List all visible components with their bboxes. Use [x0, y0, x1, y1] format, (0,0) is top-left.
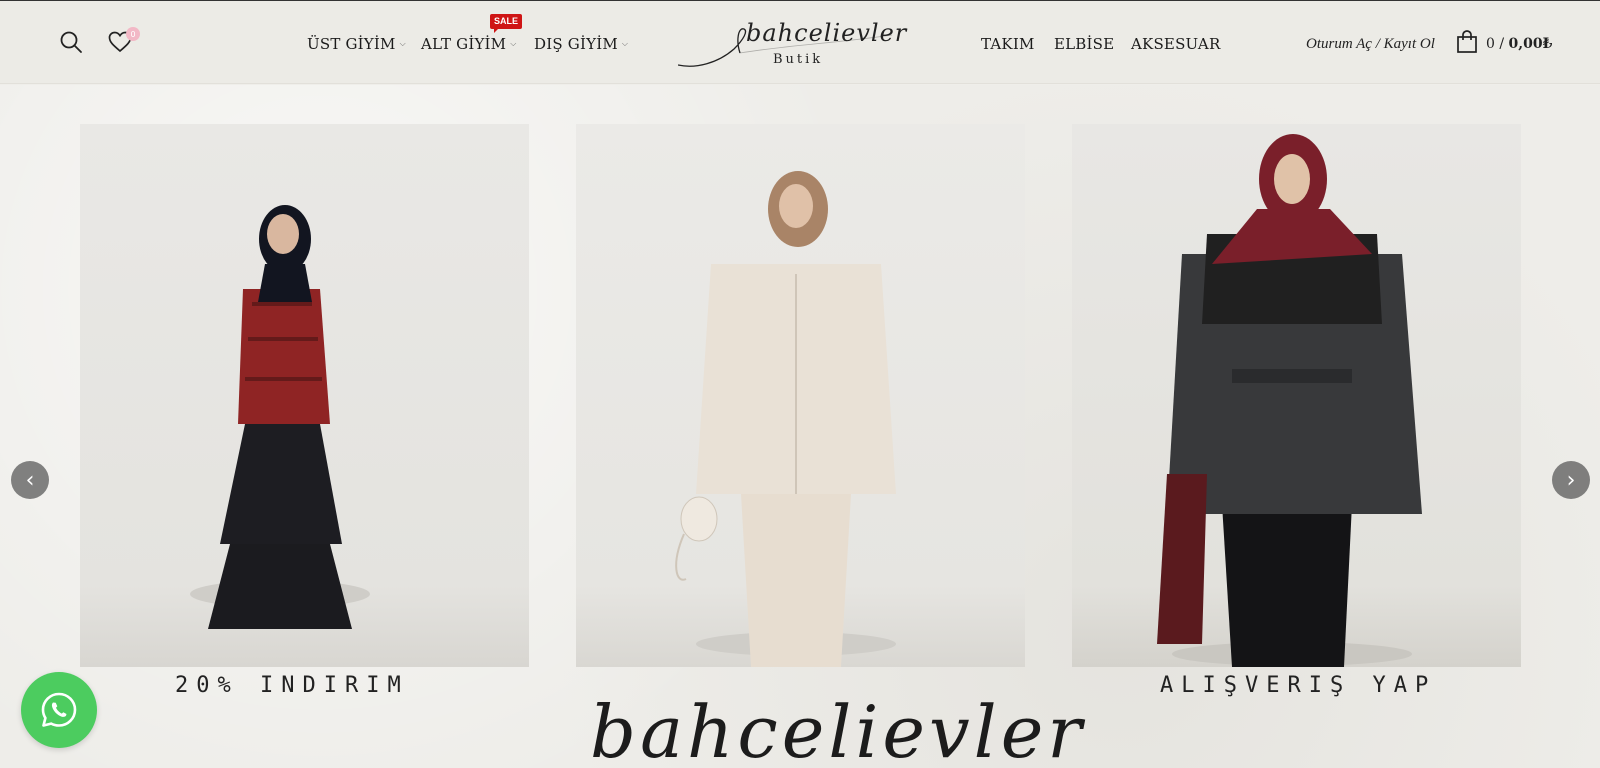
slide-image-1[interactable] — [80, 124, 529, 667]
logo-subtitle: Butik — [773, 52, 824, 67]
login-register-link[interactable]: Oturum Aç / Kayıt Ol — [1306, 36, 1435, 53]
nav-alt-giyim[interactable]: ALT GİYİM ⌵ — [421, 35, 517, 53]
nav-label: ALT GİYİM — [421, 35, 507, 53]
nav-label: ÜST GİYİM — [307, 35, 396, 53]
search-icon[interactable] — [58, 29, 84, 55]
whatsapp-chat-button[interactable] — [21, 672, 97, 748]
prev-slide-button[interactable]: ‹ — [11, 461, 49, 499]
logo-script: bahcelievler — [746, 19, 908, 47]
slide-caption-discount[interactable]: 20% INDIRIM — [175, 673, 409, 698]
whatsapp-icon — [41, 692, 77, 727]
cart-total: 0,00₺ — [1508, 36, 1553, 52]
brand-script-heading: bahcelievler — [590, 690, 1086, 768]
nav-takim[interactable]: TAKIM — [981, 35, 1035, 53]
slide-image-2[interactable] — [576, 124, 1025, 667]
hero-slider: 20% INDIRIM ALIŞVERIŞ YAP ‹ › — [0, 85, 1600, 768]
nav-dis-giyim[interactable]: DIŞ GİYİM ⌵ — [534, 35, 628, 53]
nav-aksesuar[interactable]: AKSESUAR — [1131, 35, 1220, 53]
nav-ust-giyim[interactable]: ÜST GİYİM ⌵ — [307, 35, 406, 53]
cart-separator: / — [1499, 36, 1505, 52]
cart-count: 0 — [1486, 36, 1495, 52]
next-slide-button[interactable]: › — [1552, 461, 1590, 499]
chevron-down-icon: ⌵ — [510, 39, 517, 48]
cart-summary[interactable]: 0 / 0,00₺ — [1486, 36, 1552, 52]
chevron-down-icon: ⌵ — [399, 39, 406, 48]
slide-caption-shop[interactable]: ALIŞVERIŞ YAP — [1160, 673, 1436, 698]
site-logo[interactable]: bahcelievler Butik — [678, 19, 906, 73]
site-header: 0 ÜST GİYİM ⌵ ALT GİYİM ⌵ SALE DIŞ GİYİM… — [0, 1, 1600, 84]
shopping-bag-icon[interactable] — [1455, 29, 1479, 55]
nav-label: DIŞ GİYİM — [534, 35, 618, 53]
wishlist-count-badge: 0 — [126, 27, 140, 41]
slide-image-3[interactable] — [1072, 124, 1521, 667]
nav-elbise[interactable]: ELBİSE — [1054, 35, 1114, 53]
sale-badge: SALE — [490, 14, 523, 33]
chevron-down-icon: ⌵ — [621, 39, 629, 48]
